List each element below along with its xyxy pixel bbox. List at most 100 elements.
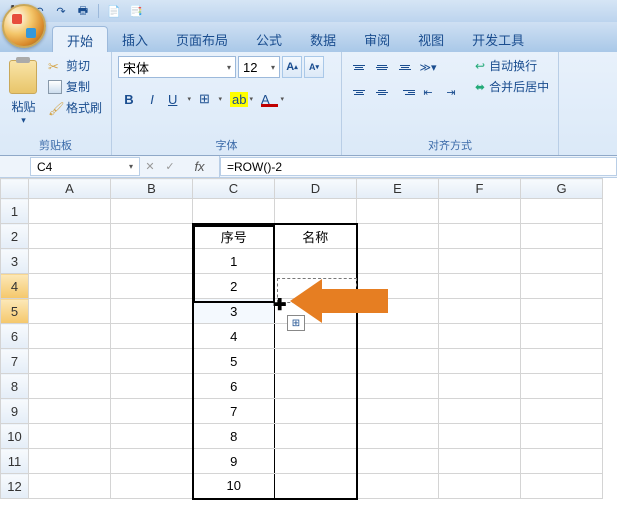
tab-review[interactable]: 审阅	[350, 26, 404, 52]
col-header-E[interactable]: E	[357, 179, 439, 199]
cell-C2[interactable]: 序号	[193, 224, 275, 249]
cell[interactable]	[111, 249, 193, 274]
cell[interactable]	[111, 399, 193, 424]
cell[interactable]	[111, 274, 193, 299]
row-header-9[interactable]: 9	[1, 399, 29, 424]
cell[interactable]	[357, 274, 439, 299]
tab-developer[interactable]: 开发工具	[458, 26, 538, 52]
enter-formula-icon[interactable]: ✓	[160, 160, 180, 173]
cell-C3[interactable]: 1	[193, 249, 275, 274]
cancel-formula-icon[interactable]: ✕	[140, 160, 160, 173]
tab-insert[interactable]: 插入	[108, 26, 162, 52]
cell[interactable]	[521, 224, 603, 249]
cell[interactable]	[439, 299, 521, 324]
cell[interactable]	[357, 224, 439, 249]
align-left-button[interactable]	[348, 81, 370, 103]
col-header-A[interactable]: A	[29, 179, 111, 199]
cut-button[interactable]: ✂剪切	[45, 56, 105, 75]
cell[interactable]	[439, 249, 521, 274]
align-middle-button[interactable]	[371, 56, 393, 78]
font-name-select[interactable]: 宋体▾	[118, 56, 236, 78]
border-button[interactable]: ⊞	[195, 88, 225, 110]
cell[interactable]	[439, 449, 521, 474]
row-header-8[interactable]: 8	[1, 374, 29, 399]
col-header-F[interactable]: F	[439, 179, 521, 199]
cell[interactable]	[111, 224, 193, 249]
cell[interactable]	[439, 374, 521, 399]
cell[interactable]	[521, 424, 603, 449]
cell[interactable]	[357, 474, 439, 499]
cell-C8[interactable]: 6	[193, 374, 275, 399]
align-top-button[interactable]	[348, 56, 370, 78]
cell-C12[interactable]: 10	[193, 474, 275, 499]
cell[interactable]	[357, 249, 439, 274]
cell-C10[interactable]: 8	[193, 424, 275, 449]
cell[interactable]	[357, 299, 439, 324]
cell[interactable]	[29, 449, 111, 474]
col-header-D[interactable]: D	[275, 179, 357, 199]
cell[interactable]	[439, 349, 521, 374]
cell[interactable]	[111, 449, 193, 474]
row-header-12[interactable]: 12	[1, 474, 29, 499]
cell[interactable]	[29, 324, 111, 349]
qat-print-icon[interactable]: 🖶	[75, 3, 91, 19]
select-all-corner[interactable]	[1, 179, 29, 199]
cell[interactable]	[29, 299, 111, 324]
cell[interactable]	[357, 374, 439, 399]
name-box[interactable]: C4▾	[30, 157, 140, 176]
cell[interactable]	[111, 474, 193, 499]
row-header-10[interactable]: 10	[1, 424, 29, 449]
cell[interactable]	[357, 199, 439, 224]
cell[interactable]	[521, 449, 603, 474]
cell[interactable]	[111, 349, 193, 374]
cell[interactable]	[29, 274, 111, 299]
align-bottom-button[interactable]	[394, 56, 416, 78]
row-header-7[interactable]: 7	[1, 349, 29, 374]
qat-redo-icon[interactable]: ↷	[53, 3, 69, 19]
wrap-text-button[interactable]: ↩自动换行	[472, 56, 552, 75]
autofill-options-button[interactable]: ⊞	[287, 315, 305, 331]
cell[interactable]	[521, 249, 603, 274]
cell[interactable]	[275, 199, 357, 224]
cell[interactable]	[521, 399, 603, 424]
cell-D3[interactable]	[275, 249, 357, 274]
cell[interactable]	[111, 424, 193, 449]
cell[interactable]	[439, 399, 521, 424]
cell[interactable]	[357, 424, 439, 449]
align-right-button[interactable]	[394, 81, 416, 103]
row-header-2[interactable]: 2	[1, 224, 29, 249]
col-header-B[interactable]: B	[111, 179, 193, 199]
cell[interactable]	[439, 424, 521, 449]
cell-D10[interactable]	[275, 424, 357, 449]
cell[interactable]	[357, 399, 439, 424]
cell[interactable]	[439, 324, 521, 349]
col-header-C[interactable]: C	[193, 179, 275, 199]
cell[interactable]	[29, 349, 111, 374]
copy-button[interactable]: 复制	[45, 77, 105, 96]
cell-C7[interactable]: 5	[193, 349, 275, 374]
cell-D12[interactable]	[275, 474, 357, 499]
font-color-button[interactable]: A	[257, 88, 287, 110]
align-center-button[interactable]	[371, 81, 393, 103]
cell[interactable]	[439, 474, 521, 499]
cell-D8[interactable]	[275, 374, 357, 399]
cell[interactable]	[521, 299, 603, 324]
fill-color-button[interactable]: ab	[226, 88, 256, 110]
fx-icon[interactable]: fx	[180, 156, 220, 177]
qat-extra1-icon[interactable]: 📄	[106, 3, 122, 19]
cell-D9[interactable]	[275, 399, 357, 424]
cell[interactable]	[521, 349, 603, 374]
cell[interactable]	[111, 374, 193, 399]
decrease-indent-button[interactable]: ⇤	[417, 81, 439, 103]
cell-D7[interactable]	[275, 349, 357, 374]
col-header-G[interactable]: G	[521, 179, 603, 199]
cell[interactable]	[29, 424, 111, 449]
format-painter-button[interactable]: 🖌格式刷	[45, 98, 105, 117]
row-header-5[interactable]: 5	[1, 299, 29, 324]
cell[interactable]	[521, 324, 603, 349]
tab-home[interactable]: 开始	[52, 26, 108, 52]
row-header-4[interactable]: 4	[1, 274, 29, 299]
cell[interactable]	[29, 374, 111, 399]
cell[interactable]	[111, 324, 193, 349]
cell[interactable]	[111, 299, 193, 324]
